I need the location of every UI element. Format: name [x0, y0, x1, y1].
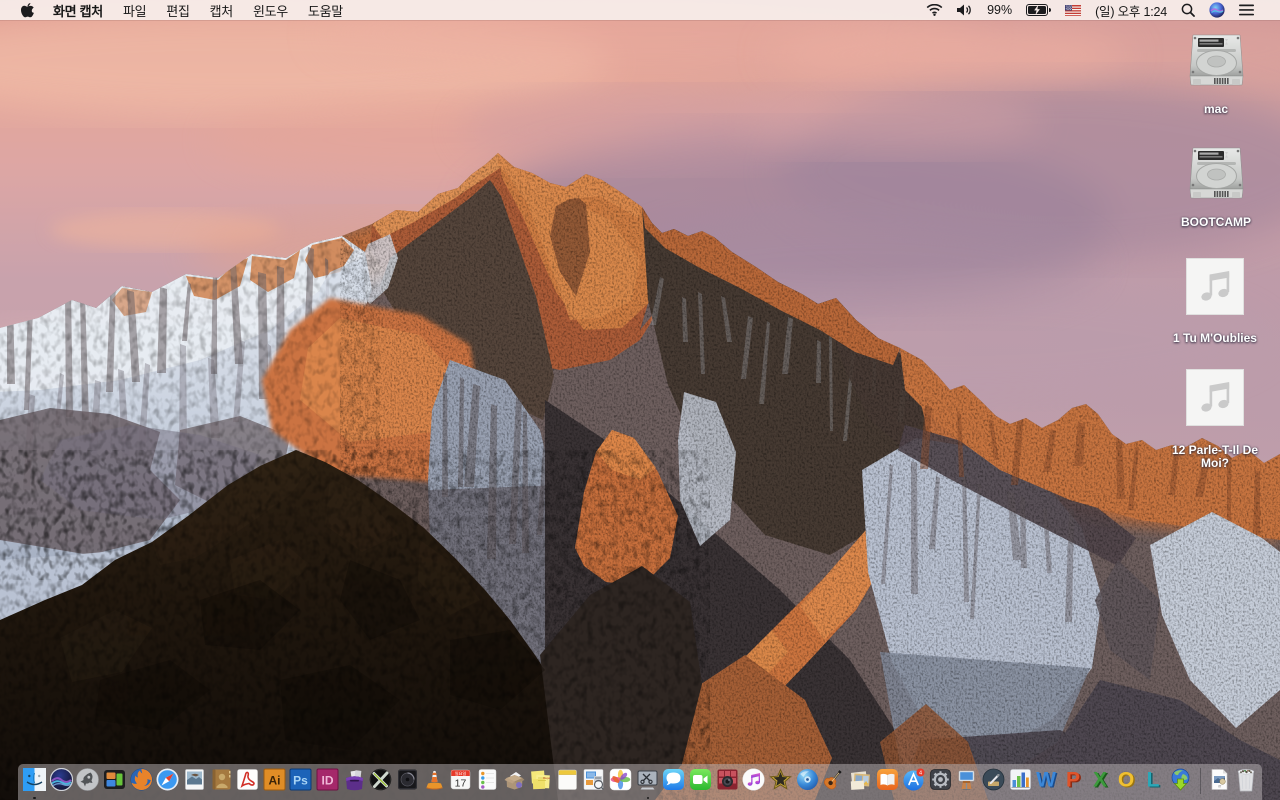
svg-text:rtf: rtf [1217, 784, 1220, 788]
svg-text:4: 4 [919, 770, 922, 776]
svg-text:Ps: Ps [294, 773, 309, 787]
svg-text:X: X [1093, 768, 1107, 791]
svg-text:17: 17 [455, 777, 467, 789]
svg-text:Ai: Ai [268, 773, 280, 787]
svg-text:P: P [1066, 768, 1080, 791]
svg-text:O: O [1118, 768, 1134, 791]
svg-text:일요일: 일요일 [455, 769, 467, 775]
svg-text:L: L [1146, 768, 1159, 791]
svg-text:Rapa: Rapa [543, 776, 551, 780]
svg-text:ID: ID [322, 773, 334, 787]
svg-text:W: W [1036, 768, 1056, 791]
